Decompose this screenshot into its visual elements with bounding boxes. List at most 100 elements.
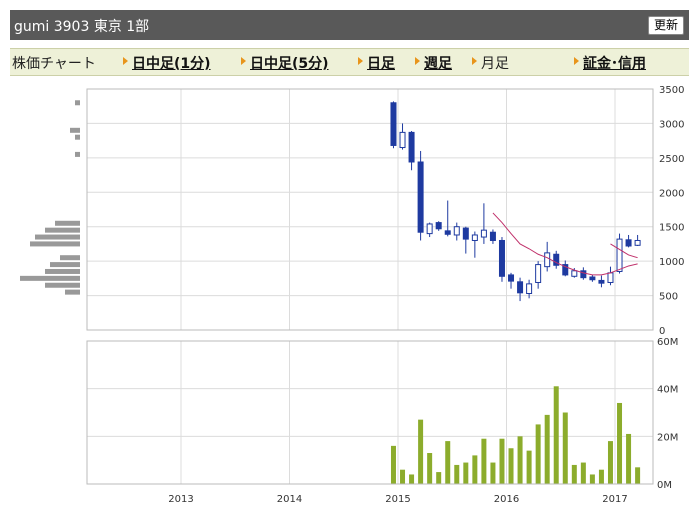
volume-bar [445, 441, 451, 484]
volume-profile [20, 100, 80, 295]
volume-bar [571, 464, 577, 484]
profile-bar [45, 268, 80, 274]
candle-body [444, 230, 451, 235]
candle [616, 233, 623, 274]
candle [607, 266, 614, 286]
candle [390, 101, 397, 149]
profile-bar [60, 255, 80, 261]
candle-body [390, 102, 397, 146]
candle-body [498, 239, 505, 277]
volume-bar [617, 402, 623, 484]
volume-bar [626, 433, 632, 484]
volume-bar [544, 414, 550, 484]
candle [589, 274, 596, 282]
volume-bar [607, 441, 613, 484]
candle-body [435, 222, 442, 230]
volume-bar [490, 462, 496, 484]
candle-body [589, 276, 596, 281]
volume-bar [589, 474, 595, 484]
profile-bar [65, 289, 80, 295]
candle [471, 231, 478, 258]
candle [480, 203, 487, 244]
candle [444, 200, 451, 237]
volume-bar [499, 438, 505, 484]
candle-body [471, 234, 478, 241]
year-tick-label: 2017 [602, 494, 627, 505]
candle-body [426, 223, 433, 235]
price-tick-label: 0 [659, 326, 665, 337]
volume-bar [481, 438, 487, 484]
year-tick-label: 2016 [494, 494, 519, 505]
candle-body [489, 231, 496, 241]
candle-body [517, 281, 524, 294]
candle [408, 131, 415, 171]
price-tick-label: 2500 [659, 154, 684, 165]
price-tick-label: 3000 [659, 119, 684, 130]
stock-chart: 3500 3000 2500 2000 1500 1000 500 060M 40M 20M 0M 2… [20, 85, 684, 505]
volume-bar [418, 419, 424, 484]
candle-body [616, 238, 623, 272]
profile-bar [20, 275, 80, 281]
volume-bar [580, 462, 586, 484]
profile-bar [50, 262, 80, 268]
candle-body [625, 239, 632, 247]
candle-body [408, 131, 415, 163]
candle [508, 272, 515, 289]
price-panel-border [86, 88, 654, 331]
candle-body [526, 283, 533, 295]
volume-tick-label: 0M [657, 480, 672, 491]
candle-body [571, 270, 578, 277]
volume-bar [517, 436, 523, 484]
candle-body [598, 279, 605, 284]
chart-frame [86, 88, 654, 485]
candle [489, 229, 496, 244]
year-tick-label: 2014 [277, 494, 302, 505]
candle [535, 261, 542, 289]
volume-bar [635, 467, 641, 484]
profile-bar [35, 234, 80, 240]
grid [87, 88, 653, 485]
volume-tick-label: 20M [657, 432, 678, 443]
candle-body [417, 161, 424, 233]
volume-bar [427, 453, 433, 484]
candle [625, 234, 632, 248]
profile-bar [75, 134, 80, 140]
volume-bar [390, 445, 396, 484]
candle [417, 150, 424, 241]
profile-bar [70, 127, 80, 133]
profile-bar [45, 227, 80, 233]
candle [426, 222, 433, 238]
candle [399, 123, 406, 150]
volume-bar [454, 464, 460, 484]
candle [634, 234, 641, 246]
price-tick-label: 500 [659, 292, 678, 303]
volume-panel-border [86, 340, 654, 485]
price-tick-label: 3500 [659, 85, 684, 96]
volume-bar [400, 469, 406, 484]
price-tick-label: 1500 [659, 223, 684, 234]
candle [435, 221, 442, 231]
candle-body [453, 226, 460, 236]
volume-bar [472, 455, 478, 484]
volume-bars [390, 386, 641, 484]
profile-bar [75, 100, 80, 106]
volume-bar [535, 424, 541, 484]
candle [517, 277, 524, 302]
candle-body [607, 272, 614, 283]
candle-body [399, 131, 406, 149]
year-tick-label: 2013 [168, 494, 193, 505]
profile-bar [30, 241, 80, 247]
profile-bar [75, 151, 80, 157]
volume-bar [598, 469, 604, 484]
volume-tick-label: 60M [657, 337, 678, 348]
candle-body [508, 274, 515, 282]
candle-body [634, 239, 641, 246]
candle [598, 275, 605, 288]
candle-body [480, 229, 487, 238]
candles [390, 101, 641, 302]
candle [553, 250, 560, 269]
profile-bar [55, 220, 80, 226]
candle [462, 226, 469, 254]
candle [453, 222, 460, 241]
volume-bar [436, 472, 442, 484]
